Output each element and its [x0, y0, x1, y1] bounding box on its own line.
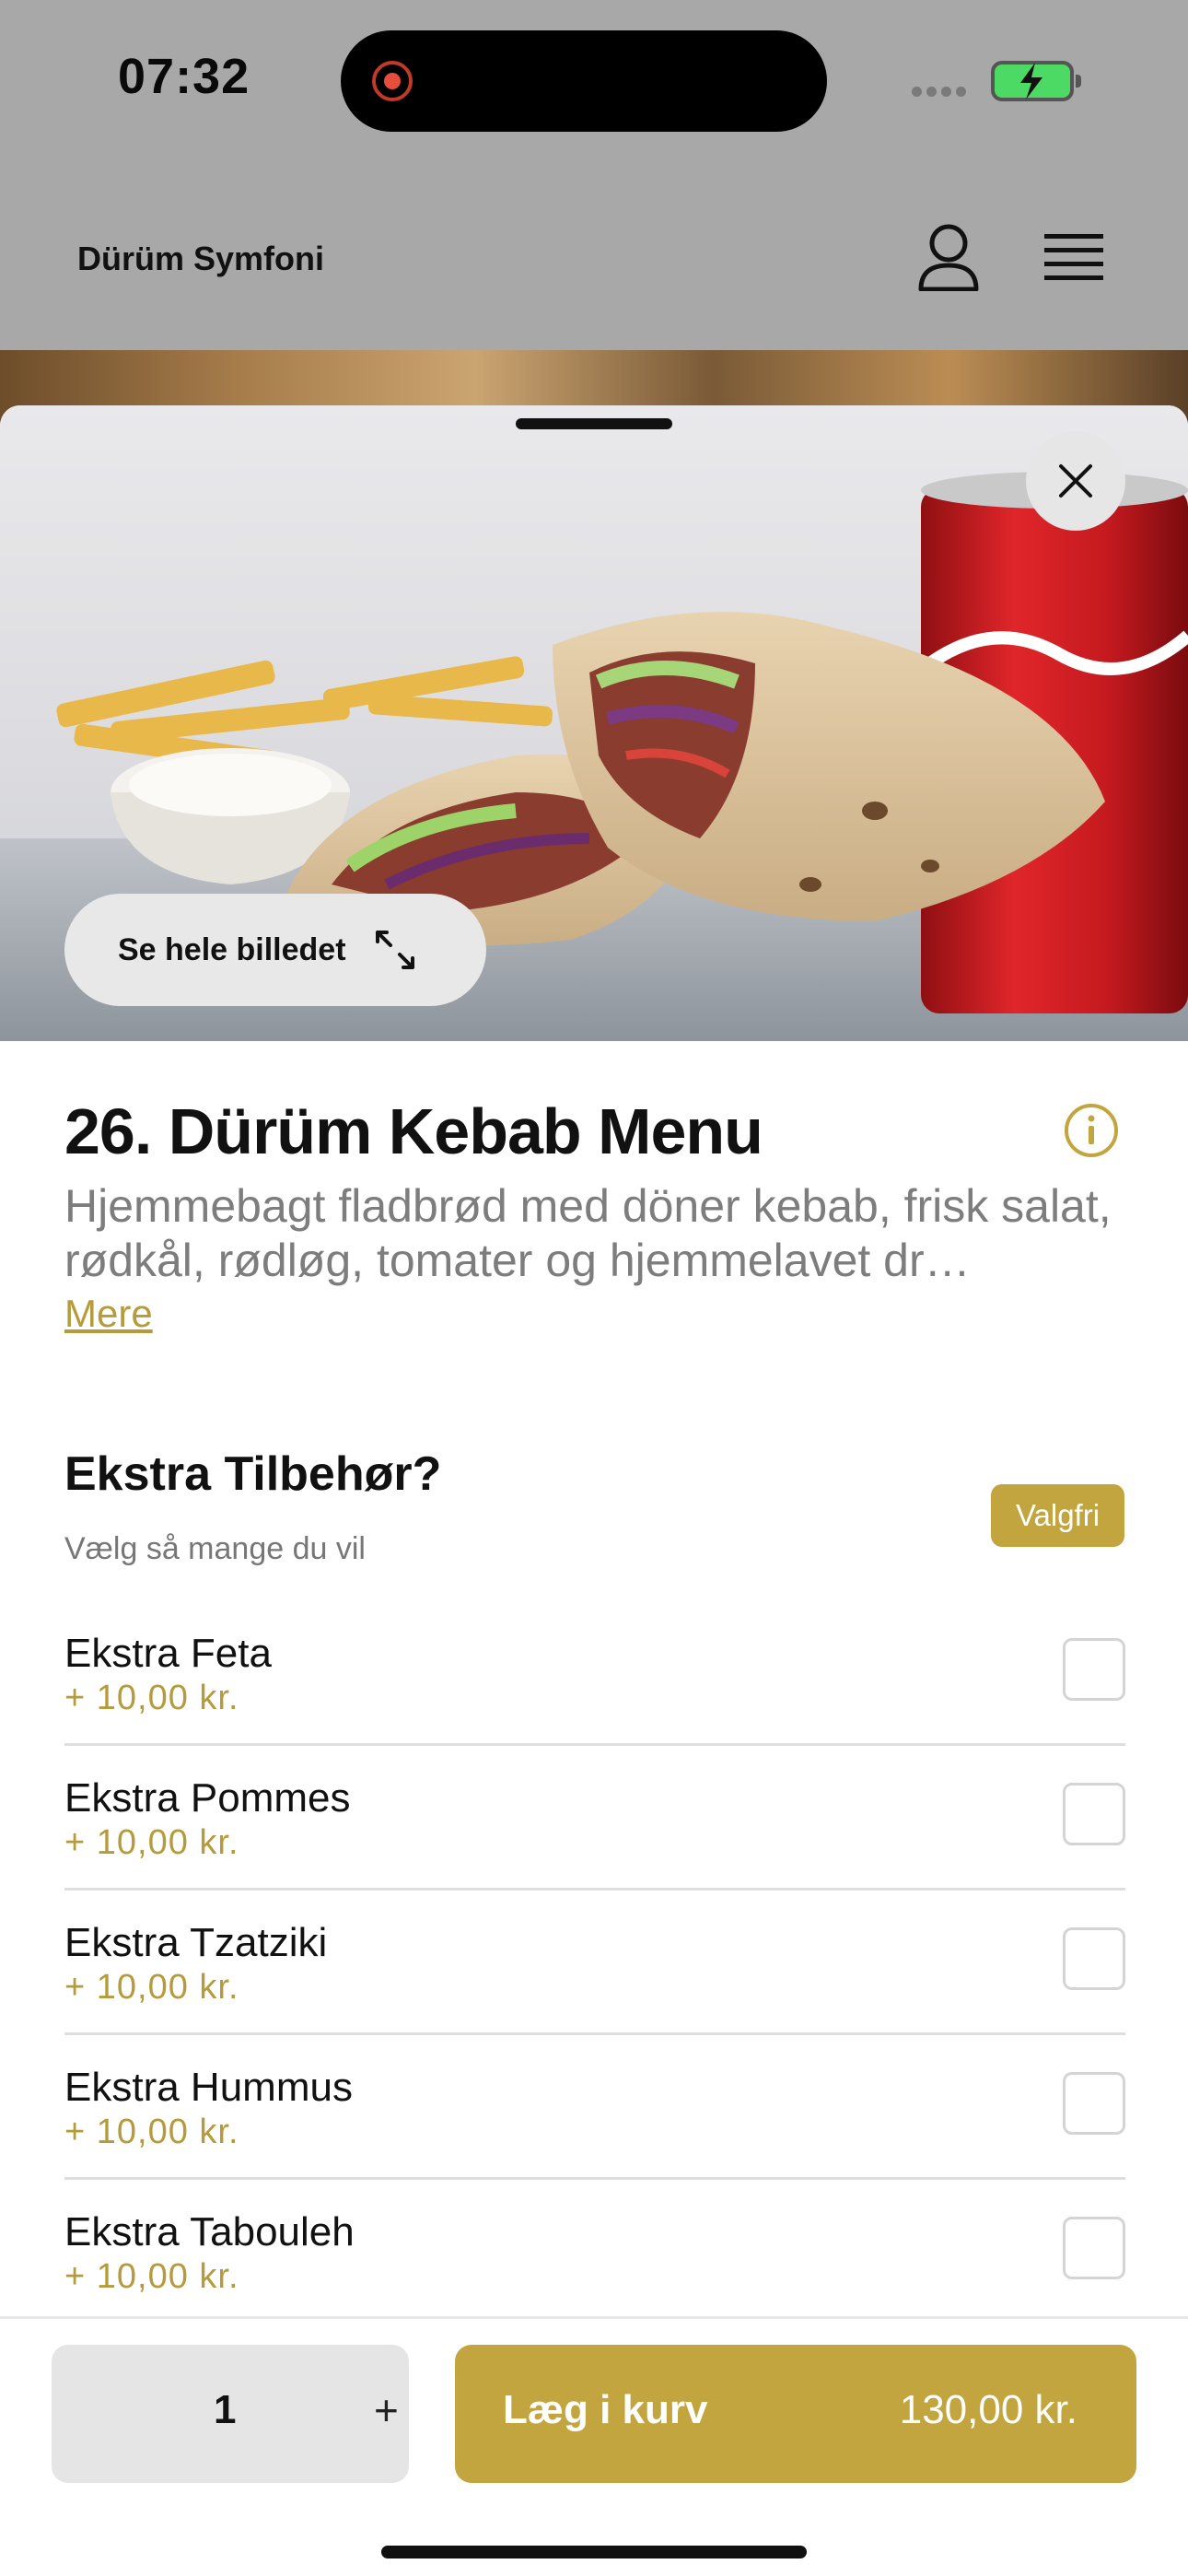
extras-subtitle: Vælg så mange du vil	[64, 1531, 366, 1566]
background-app: 07:32 Dürüm Symfoni	[0, 0, 1188, 424]
user-icon[interactable]	[917, 223, 980, 291]
info-icon[interactable]	[1063, 1102, 1120, 1159]
app-header: Dürüm Symfoni	[0, 166, 1188, 350]
view-full-image-button[interactable]: Se hele billedet	[64, 894, 486, 1006]
extras-options-list: Ekstra Feta + 10,00 kr. Ekstra Pommes + …	[64, 1601, 1125, 2324]
view-full-image-label: Se hele billedet	[118, 931, 346, 967]
optional-badge: Valgfri	[991, 1484, 1124, 1547]
extra-option-tzatziki[interactable]: Ekstra Tzatziki + 10,00 kr.	[64, 1891, 1125, 2035]
battery-charging-icon	[991, 61, 1081, 101]
option-price: + 10,00 kr.	[64, 1679, 239, 1717]
cart-total: 130,00 kr.	[899, 2387, 1077, 2432]
more-link[interactable]: Mere	[64, 1292, 153, 1336]
add-to-cart-label: Læg i kurv	[503, 2387, 708, 2432]
status-bar: 07:32	[0, 0, 1188, 166]
product-sheet: Se hele billedet 26. Dürüm Kebab Menu Hj…	[0, 405, 1188, 2576]
extra-option-hummus[interactable]: Ekstra Hummus + 10,00 kr.	[64, 2035, 1125, 2180]
cart-bar: 1 + Læg i kurv 130,00 kr.	[0, 2316, 1188, 2576]
extra-option-tabouleh[interactable]: Ekstra Tabouleh + 10,00 kr.	[64, 2180, 1125, 2324]
signal-icon	[912, 85, 973, 98]
option-price: + 10,00 kr.	[64, 1968, 239, 2007]
product-image: Se hele billedet	[0, 405, 1188, 1041]
quantity-value: 1	[214, 2387, 237, 2432]
dynamic-island	[341, 30, 827, 132]
option-name: Ekstra Tabouleh	[64, 2209, 355, 2254]
add-to-cart-button[interactable]: Læg i kurv 130,00 kr.	[455, 2345, 1136, 2483]
close-button[interactable]	[1026, 431, 1125, 531]
option-name: Ekstra Tzatziki	[64, 1920, 328, 1965]
home-indicator[interactable]	[381, 2546, 807, 2558]
extras-title: Ekstra Tilbehør?	[64, 1447, 442, 1501]
option-checkbox[interactable]	[1063, 1927, 1125, 1990]
product-description: Hjemmebagt fladbrød med döner kebab, fri…	[64, 1180, 1112, 1286]
sheet-grabber[interactable]	[516, 418, 672, 429]
close-icon	[1059, 464, 1092, 498]
brand-name[interactable]: Dürüm Symfoni	[77, 240, 324, 278]
product-title: 26. Dürüm Kebab Menu	[64, 1095, 763, 1167]
option-name: Ekstra Feta	[64, 1631, 272, 1676]
option-checkbox[interactable]	[1063, 2072, 1125, 2135]
option-price: + 10,00 kr.	[64, 2113, 239, 2151]
option-name: Ekstra Hummus	[64, 2065, 353, 2110]
increment-button[interactable]: +	[374, 2385, 399, 2435]
expand-icon	[375, 931, 414, 969]
option-checkbox[interactable]	[1063, 1638, 1125, 1701]
recording-icon	[372, 61, 413, 101]
status-time: 07:32	[118, 49, 250, 104]
quantity-stepper: 1 +	[52, 2345, 409, 2483]
option-name: Ekstra Pommes	[64, 1775, 351, 1821]
menu-icon[interactable]	[1044, 232, 1103, 284]
option-checkbox[interactable]	[1063, 2217, 1125, 2279]
option-price: + 10,00 kr.	[64, 2257, 239, 2296]
extra-option-feta[interactable]: Ekstra Feta + 10,00 kr.	[64, 1601, 1125, 1746]
extra-option-pommes[interactable]: Ekstra Pommes + 10,00 kr.	[64, 1746, 1125, 1891]
option-checkbox[interactable]	[1063, 1783, 1125, 1845]
option-price: + 10,00 kr.	[64, 1823, 239, 1862]
